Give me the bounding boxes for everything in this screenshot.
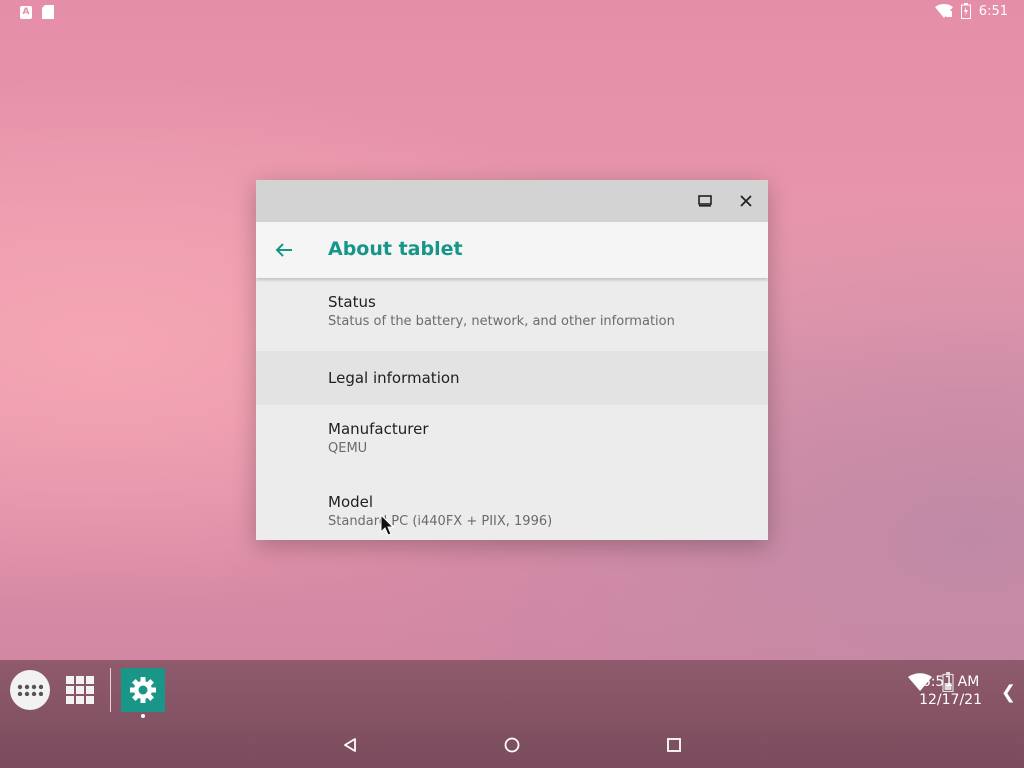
back-triangle-icon [344, 738, 356, 752]
maximize-button[interactable] [694, 190, 716, 212]
mouse-cursor-icon [380, 514, 394, 536]
about-list: Status Status of the battery, network, a… [256, 278, 768, 540]
close-button[interactable] [735, 190, 757, 212]
back-button[interactable] [272, 238, 296, 262]
navigation-bar [0, 722, 1024, 768]
nav-home-button[interactable] [499, 732, 525, 758]
wifi-icon [934, 4, 953, 18]
taskbar-divider [110, 668, 111, 712]
running-indicator [141, 714, 145, 718]
item-title: Legal information [328, 369, 460, 387]
status-bar-system: 6:51 [934, 3, 1008, 19]
list-item-legal-information[interactable]: Legal information [256, 351, 768, 405]
page-title: About tablet [328, 238, 463, 260]
item-subtitle: Status of the battery, network, and othe… [328, 314, 675, 329]
app-drawer-icon [17, 684, 43, 696]
taskbar-clock[interactable]: 6:51 AM 12/17/21 [919, 673, 982, 709]
item-title: Status [328, 293, 376, 311]
status-bar: A 6:51 [0, 0, 1024, 24]
battery-icon [960, 3, 971, 19]
arrow-back-icon [275, 243, 292, 257]
window-titlebar[interactable] [256, 180, 768, 222]
item-subtitle: QEMU [328, 441, 368, 456]
close-icon [740, 195, 752, 207]
item-subtitle: Standard PC (i440FX + PIIX, 1996) [328, 514, 553, 529]
clock-date: 12/17/21 [919, 692, 982, 708]
status-time: 6:51 [978, 3, 1008, 19]
settings-window: About tablet Status Status of the batter… [256, 180, 768, 540]
status-bar-notifications: A [20, 5, 54, 19]
sd-card-icon [42, 5, 54, 19]
clock-time: 6:51 AM [921, 674, 980, 690]
list-item-status[interactable]: Status Status of the battery, network, a… [256, 278, 768, 351]
nav-recents-button[interactable] [661, 732, 687, 758]
home-circle-icon [504, 737, 520, 753]
list-item-manufacturer[interactable]: Manufacturer QEMU [256, 405, 768, 478]
a-notification-icon: A [20, 5, 32, 19]
recents-square-icon [667, 738, 681, 752]
nav-back-button[interactable] [337, 732, 363, 758]
maximize-icon [698, 195, 712, 207]
app-drawer-button[interactable] [10, 670, 50, 710]
settings-gear-icon [130, 677, 156, 703]
chevron-left-icon[interactable]: ❮ [1001, 682, 1016, 703]
app-bar: About tablet [256, 222, 768, 278]
item-title: Manufacturer [328, 420, 429, 438]
item-title: Model [328, 493, 374, 511]
list-item-model[interactable]: Model Standard PC (i440FX + PIIX, 1996) [256, 478, 768, 540]
settings-app-button[interactable] [121, 668, 165, 712]
grid-icon[interactable] [66, 676, 94, 704]
